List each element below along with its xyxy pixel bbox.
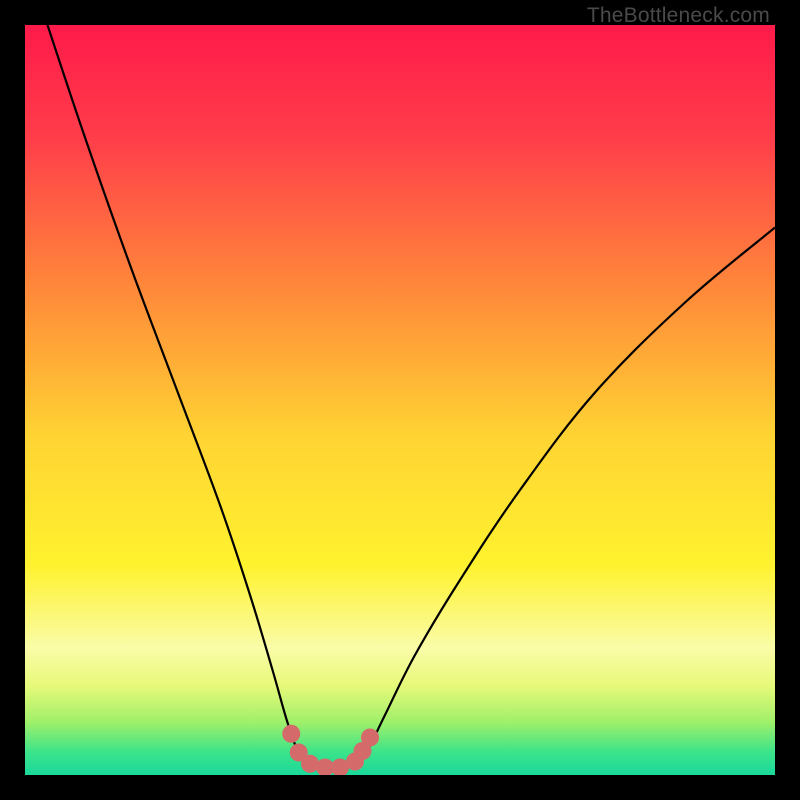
curve-marker	[282, 725, 300, 743]
bottleneck-chart	[25, 25, 775, 775]
chart-frame	[25, 25, 775, 775]
curve-marker	[301, 755, 319, 773]
gradient-background	[25, 25, 775, 775]
curve-marker	[361, 729, 379, 747]
